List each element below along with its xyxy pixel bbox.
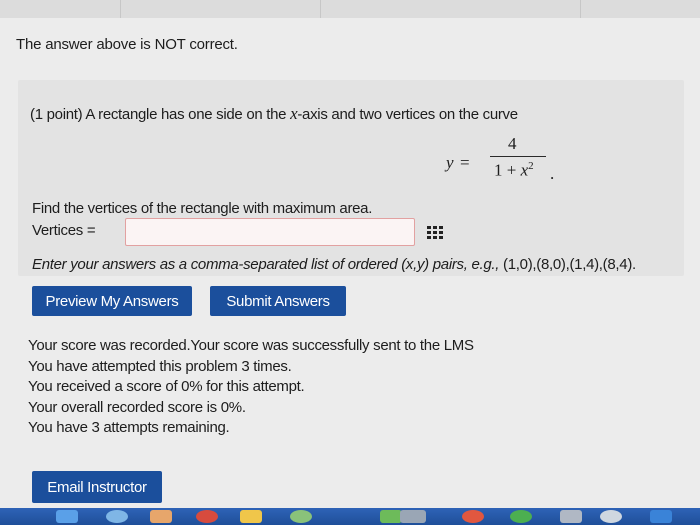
preview-answers-button[interactable]: Preview My Answers: [32, 286, 192, 316]
dock-app-icon[interactable]: [560, 510, 582, 523]
dock-bar: [0, 508, 700, 525]
formula-denominator: 1 + x2: [494, 160, 534, 181]
submit-answers-button[interactable]: Submit Answers: [210, 286, 346, 316]
dock-app-icon[interactable]: [196, 510, 218, 523]
fraction-bar: [490, 156, 546, 157]
denominator-exponent: 2: [528, 160, 534, 172]
formula-equals: =: [460, 153, 470, 172]
result-line: Your overall recorded score is 0%.: [28, 398, 246, 416]
hint-example: (1,0),(8,0),(1,4),(8,4).: [503, 256, 636, 273]
dock-app-icon[interactable]: [462, 510, 484, 523]
denominator-variable: x: [520, 160, 529, 180]
formula-lhs: y: [446, 153, 454, 172]
curve-formula: y = 4 1 + x2 .: [446, 134, 566, 190]
problem-statement: (1 point) A rectangle has one side on th…: [30, 104, 518, 124]
dock-app-icon[interactable]: [600, 510, 622, 523]
answer-format-hint: Enter your answers as a comma-separated …: [32, 256, 636, 273]
dock-app-icon[interactable]: [240, 510, 262, 523]
problem-box: (1 point) A rectangle has one side on th…: [18, 80, 684, 276]
dock-app-icon[interactable]: [510, 510, 532, 523]
vertices-answer-input[interactable]: [125, 218, 415, 246]
problem-text-start: A rectangle has one side on the: [85, 106, 287, 123]
dock-app-icon[interactable]: [150, 510, 172, 523]
dock-app-icon[interactable]: [56, 510, 78, 523]
dock-app-icon[interactable]: [650, 510, 672, 523]
score-results: Your score was recorded.Your score was s…: [28, 336, 474, 439]
result-line: Your score was recorded.Your score was s…: [28, 337, 474, 354]
equation-editor-grid-icon[interactable]: [426, 224, 444, 240]
hint-text: Enter your answers as a comma-separated …: [32, 256, 500, 273]
result-line: You have 3 attempts remaining.: [28, 419, 230, 437]
formula-period: .: [550, 164, 555, 183]
answer-label: Vertices =: [32, 222, 96, 239]
formula-numerator: 4: [508, 134, 517, 153]
dock-app-icon[interactable]: [380, 510, 402, 523]
answer-status-message: The answer above is NOT correct.: [16, 36, 238, 53]
top-strip-cell: [320, 0, 581, 18]
dock-app-icon[interactable]: [290, 510, 312, 523]
problem-page: The answer above is NOT correct. (1 poin…: [0, 18, 700, 508]
top-strip-cell: [120, 0, 321, 18]
dock-app-icon[interactable]: [106, 510, 128, 523]
browser-top-strip: [0, 0, 700, 19]
find-instruction: Find the vertices of the rectangle with …: [32, 200, 373, 217]
denominator-prefix: 1 +: [494, 160, 521, 180]
email-instructor-button[interactable]: Email Instructor: [32, 471, 162, 503]
result-line: You have attempted this problem 3 times.: [28, 357, 292, 375]
result-line: You received a score of 0% for this atte…: [28, 378, 305, 396]
top-strip-cell: [0, 0, 121, 18]
dock-app-icon[interactable]: [400, 510, 426, 523]
problem-points: (1 point): [30, 106, 83, 123]
problem-text-end: -axis and two vertices on the curve: [297, 106, 518, 123]
